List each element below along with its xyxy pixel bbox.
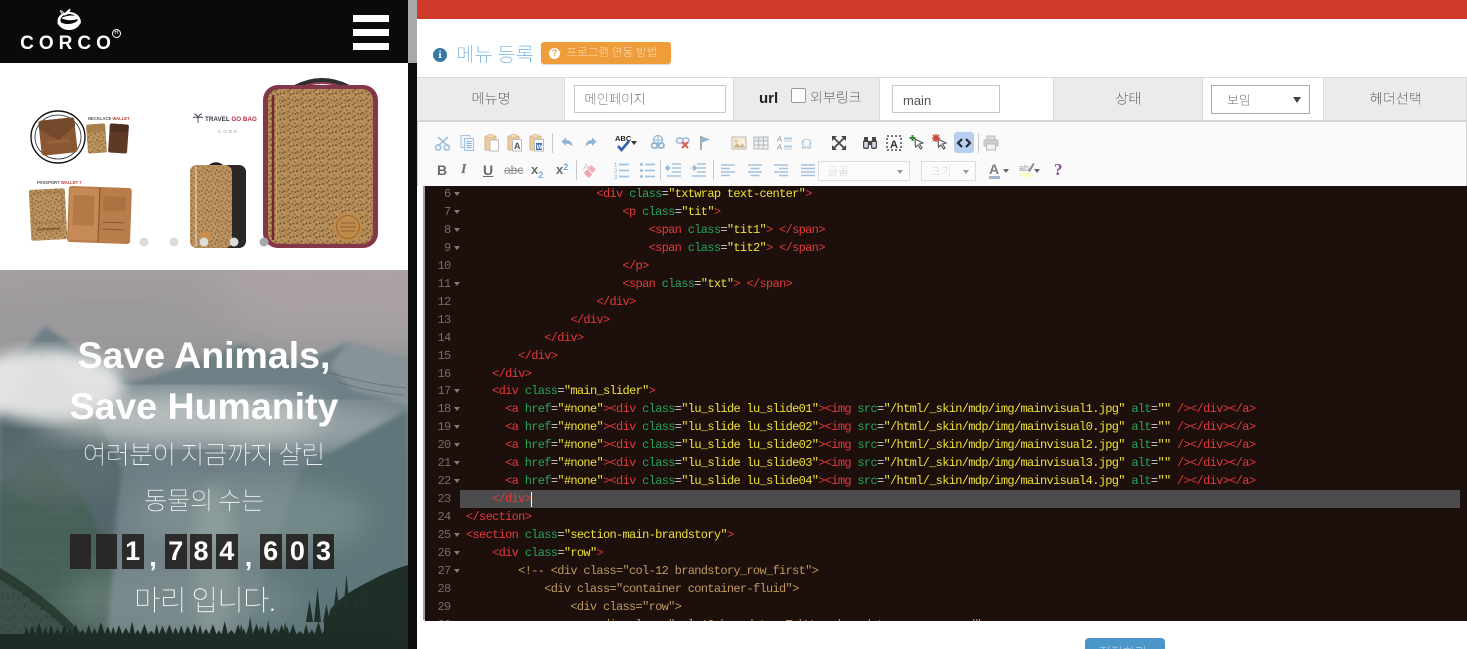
svg-text:A: A (514, 141, 521, 151)
svg-text:NECKLACE WALLET: NECKLACE WALLET (88, 116, 130, 121)
svg-text:Ω: Ω (801, 137, 812, 153)
svg-text:CORK: CORK (218, 129, 239, 134)
svg-text:A: A (777, 143, 783, 152)
svg-text:TRAVEL GO BAG: TRAVEL GO BAG (205, 116, 257, 123)
svg-text:3: 3 (614, 175, 618, 180)
svg-text:A: A (890, 139, 898, 151)
svg-text:PASSPORT WALLET 7: PASSPORT WALLET 7 (37, 180, 82, 185)
svg-text:ab: ab (1019, 163, 1029, 173)
svg-text:W: W (537, 144, 544, 151)
